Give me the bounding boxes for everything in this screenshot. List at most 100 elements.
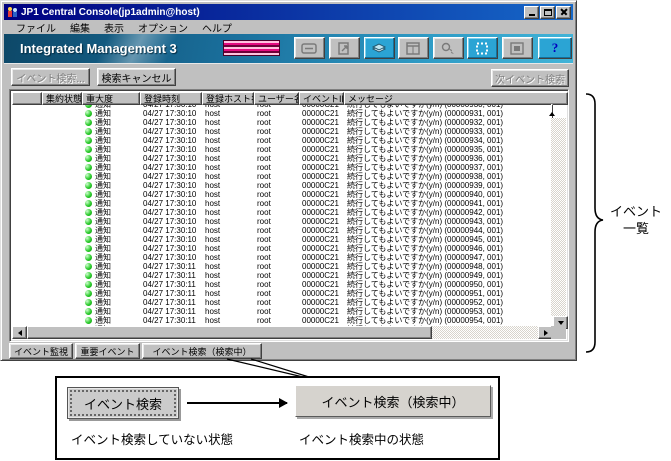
- table-row[interactable]: 通知 04/27 17:30:11 host root 00000C21 続行し…: [12, 280, 553, 289]
- col-user-name[interactable]: ユーザー名: [254, 92, 299, 105]
- event-search-button[interactable]: イベント検索...: [11, 68, 90, 86]
- table-row[interactable]: 通知 04/27 17:30:10 host root 00000C21 続行し…: [12, 145, 553, 154]
- horizontal-scroll-thumb[interactable]: [27, 326, 432, 339]
- cell-registered-time: 04/27 17:30:10: [143, 199, 197, 208]
- table-row[interactable]: 通知 04/27 17:30:10 host root 00000C21 続行し…: [12, 118, 553, 127]
- dotted-square-icon: [476, 42, 488, 54]
- col-message[interactable]: メッセージ: [344, 92, 568, 105]
- horizontal-scroll-track[interactable]: [432, 326, 538, 339]
- event-search-button-toolbar[interactable]: [364, 37, 395, 59]
- cell-registered-time: 04/27 17:30:10: [143, 172, 197, 181]
- cell-message: 続行してもよいですか(y/n) (00000935, 001): [347, 145, 504, 154]
- cell-consolidation-status: [42, 181, 82, 190]
- horizontal-scrollbar[interactable]: [12, 326, 553, 339]
- table-row[interactable]: 通知 04/27 17:30:10 host root 00000C21 続行し…: [12, 190, 553, 199]
- cell-event-id: 00000C21: [302, 298, 339, 307]
- scroll-left-icon[interactable]: [12, 326, 27, 339]
- titlebar[interactable]: JP1 Central Console(jp1admin@host): [4, 4, 573, 20]
- table-row[interactable]: 通知 04/27 17:30:10 host root 00000C21 続行し…: [12, 244, 553, 253]
- table-row[interactable]: 通知 04/27 17:30:10 host root 00000C21 続行し…: [12, 208, 553, 217]
- table-row[interactable]: 通知 04/27 17:30:10 host root 00000C21 続行し…: [12, 163, 553, 172]
- cell-registered-time: 04/27 17:30:10: [143, 127, 197, 136]
- event-console-button[interactable]: [294, 37, 325, 59]
- table-row[interactable]: 通知 04/27 17:30:10 host root 00000C21 続行し…: [12, 136, 553, 145]
- cell-blank: [12, 181, 42, 190]
- visual-monitor-button[interactable]: [433, 37, 464, 59]
- table-row[interactable]: 通知 04/27 17:30:10 host root 00000C21 続行し…: [12, 217, 553, 226]
- cell-event-id: 00000C21: [302, 181, 339, 190]
- help-button[interactable]: ?: [538, 37, 572, 59]
- tab-event-search-searching[interactable]: イベント検索（検索中）: [142, 343, 262, 359]
- col-consolidation-status[interactable]: 集約状態: [42, 92, 82, 105]
- cell-consolidation-status: [42, 127, 82, 136]
- cell-severity: 通知: [82, 316, 140, 325]
- cell-event-id: 00000C21: [302, 163, 339, 172]
- cell-message: 続行してもよいですか(y/n) (00000950, 001): [347, 280, 504, 289]
- cell-severity: 通知: [82, 235, 140, 244]
- cell-registered-time: 04/27 17:30:11: [143, 280, 196, 289]
- event-list-label-line2: 一覧: [622, 221, 649, 236]
- maximize-button[interactable]: [540, 5, 555, 19]
- cell-registered-time: 04/27 17:30:10: [143, 163, 197, 172]
- cell-registered-host: host: [205, 118, 221, 127]
- cell-registered-host: host: [205, 271, 221, 280]
- col-registered-host[interactable]: 登録ホスト名: [202, 92, 254, 105]
- cell-event-id: 00000C21: [302, 208, 339, 217]
- table-row[interactable]: 通知 04/27 17:30:10 host root 00000C21 続行し…: [12, 154, 553, 163]
- cell-registered-host: host: [205, 145, 221, 154]
- status-window-button[interactable]: [502, 37, 533, 59]
- table-row[interactable]: 通知 04/27 17:30:10 host root 00000C21 続行し…: [12, 181, 553, 190]
- menu-edit[interactable]: 編集: [63, 20, 97, 35]
- severity-notice-icon: [85, 317, 92, 324]
- cell-user-name: root: [257, 307, 271, 316]
- severity-notice-icon: [85, 110, 92, 117]
- col-severity[interactable]: 重大度: [82, 92, 140, 105]
- next-event-search-button[interactable]: 次イベント検索: [491, 69, 569, 87]
- table-row[interactable]: 通知 04/27 17:30:11 host root 00000C21 続行し…: [12, 307, 553, 316]
- marquee-refresh-button[interactable]: [467, 37, 498, 59]
- menu-file[interactable]: ファイル: [9, 20, 63, 35]
- close-button[interactable]: [556, 5, 571, 19]
- table-row[interactable]: 通知 04/27 17:30:10 host root 00000C21 続行し…: [12, 226, 553, 235]
- tool-launcher-button[interactable]: [329, 37, 360, 59]
- menu-view[interactable]: 表示: [97, 20, 131, 35]
- table-row[interactable]: 通知 04/27 17:30:10 host root 00000C21 続行し…: [12, 199, 553, 208]
- cell-severity: 通知: [82, 181, 140, 190]
- tab-severe-events[interactable]: 重要イベント: [75, 343, 140, 359]
- col-event-id[interactable]: イベントID: [299, 92, 344, 105]
- cell-message: 続行してもよいですか(y/n) (00000952, 001): [347, 298, 504, 307]
- menu-help[interactable]: ヘルプ: [195, 20, 239, 35]
- window-grid-icon: [406, 41, 420, 55]
- monitor-window-button[interactable]: [398, 37, 429, 59]
- tab-event-monitor[interactable]: イベント監視: [9, 343, 73, 359]
- cell-consolidation-status: [42, 208, 82, 217]
- severity-notice-icon: [85, 137, 92, 144]
- cell-blank: [12, 298, 42, 307]
- cell-registered-time: 04/27 17:30:10: [143, 226, 197, 235]
- menu-options[interactable]: オプション: [131, 20, 195, 35]
- col-blank[interactable]: [12, 92, 42, 105]
- table-row[interactable]: 通知 04/27 17:30:10 host root 00000C21 続行し…: [12, 172, 553, 181]
- table-row[interactable]: 通知 04/27 17:30:11 host root 00000C21 続行し…: [12, 271, 553, 280]
- vertical-scroll-track[interactable]: [551, 118, 566, 316]
- envelope-icon: [301, 42, 317, 54]
- table-row[interactable]: 通知 04/27 17:30:11 host root 00000C21 続行し…: [12, 289, 553, 298]
- cell-blank: [12, 109, 42, 118]
- table-row[interactable]: 通知 04/27 17:30:10 host root 00000C21 続行し…: [12, 253, 553, 262]
- table-row[interactable]: 通知 04/27 17:30:10 host root 00000C21 続行し…: [12, 127, 553, 136]
- cell-severity: 通知: [82, 289, 140, 298]
- cell-message: 続行してもよいですか(y/n) (00000951, 001): [347, 289, 504, 298]
- col-registered-time[interactable]: 登録時刻: [140, 92, 202, 105]
- severity-notice-icon: [85, 263, 92, 270]
- table-row[interactable]: 通知 04/27 17:30:10 host root 00000C21 続行し…: [12, 235, 553, 244]
- vertical-scrollbar[interactable]: [549, 104, 568, 329]
- minimize-button[interactable]: [524, 5, 539, 19]
- table-row[interactable]: 通知 04/27 17:30:11 host root 00000C21 続行し…: [12, 298, 553, 307]
- cancel-search-button[interactable]: 検索キャンセル: [97, 68, 176, 86]
- cell-severity: 通知: [82, 262, 140, 271]
- cell-registered-time: 04/27 17:30:10: [143, 118, 197, 127]
- table-row[interactable]: 通知 04/27 17:30:11 host root 00000C21 続行し…: [12, 262, 553, 271]
- table-row[interactable]: 通知 04/27 17:30:10 host root 00000C21 続行し…: [12, 109, 553, 118]
- table-row[interactable]: 通知 04/27 17:30:11 host root 00000C21 続行し…: [12, 316, 553, 325]
- cell-severity: 通知: [82, 163, 140, 172]
